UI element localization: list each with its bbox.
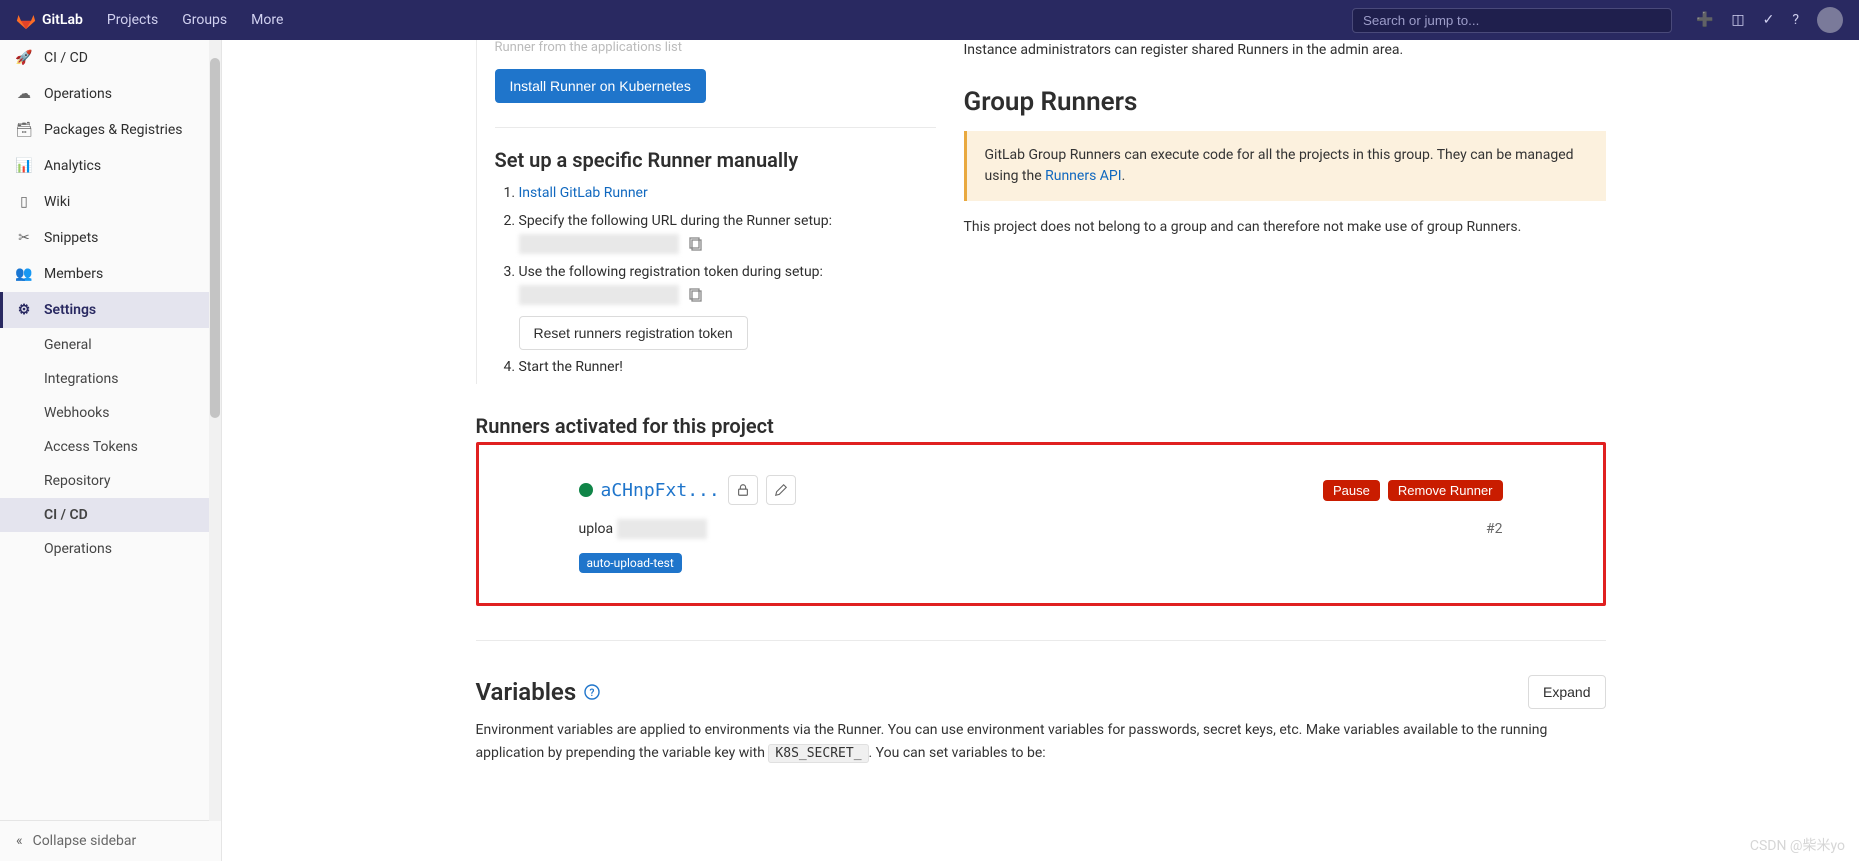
sidebar-scrollbar-thumb[interactable]: [210, 58, 220, 418]
collapse-sidebar[interactable]: « Collapse sidebar: [0, 820, 221, 861]
sidebar-item-label: CI / CD: [44, 50, 88, 66]
sidebar-item-operations[interactable]: ☁ Operations: [0, 76, 221, 112]
sidebar-item-label: Packages & Registries: [44, 122, 183, 138]
runner-desc-prefix: uploa: [579, 521, 614, 537]
redacted-url: [519, 234, 679, 254]
variables-heading: Variables ?: [476, 678, 601, 706]
scissors-icon: ✂: [16, 230, 32, 246]
copy-token-icon[interactable]: [688, 287, 704, 303]
divider: [476, 640, 1606, 641]
nav-more[interactable]: More: [251, 12, 283, 28]
sidebar-item-packages[interactable]: 🗃 Packages & Registries: [0, 112, 221, 148]
help-icon[interactable]: ?: [584, 684, 600, 700]
svg-text:?: ?: [590, 688, 595, 699]
cloud-icon: ☁: [16, 86, 32, 102]
sidebar-scrollbar[interactable]: [209, 40, 221, 821]
sidebar-item-label: Settings: [44, 302, 96, 318]
settings-sub-access-tokens[interactable]: Access Tokens: [0, 430, 221, 464]
sidebar-item-members[interactable]: 👥 Members: [0, 256, 221, 292]
sidebar-item-cicd[interactable]: 🚀 CI / CD: [0, 40, 221, 76]
issues-icon[interactable]: ◫: [1731, 12, 1744, 28]
sidebar-item-settings[interactable]: ⚙ Settings: [0, 292, 221, 328]
step-4: Start the Runner!: [519, 356, 936, 378]
variables-description: Environment variables are applied to env…: [476, 719, 1606, 764]
variables-heading-text: Variables: [476, 678, 577, 706]
settings-sub-cicd[interactable]: CI / CD: [0, 498, 221, 532]
redacted-runner-desc: [617, 519, 707, 539]
sidebar-item-snippets[interactable]: ✂ Snippets: [0, 220, 221, 256]
gitlab-logo[interactable]: GitLab: [16, 10, 83, 30]
user-avatar[interactable]: [1817, 7, 1843, 33]
faded-text: Runner from the applications list: [495, 40, 936, 55]
settings-sub-repository[interactable]: Repository: [0, 464, 221, 498]
runner-name-link[interactable]: aCHnpFxt...: [601, 480, 720, 501]
reset-token-button[interactable]: Reset runners registration token: [519, 316, 748, 350]
no-group-text: This project does not belong to a group …: [964, 217, 1606, 238]
search-box: [1352, 8, 1672, 33]
sidebar-item-label: Members: [44, 266, 103, 282]
lock-icon: [728, 475, 758, 505]
nav-groups[interactable]: Groups: [182, 12, 227, 28]
settings-sub-operations[interactable]: Operations: [0, 532, 221, 566]
activated-heading: Runners activated for this project: [476, 414, 1606, 438]
book-icon: ▯: [16, 194, 32, 210]
group-runners-callout: GitLab Group Runners can execute code fo…: [964, 131, 1606, 201]
runner-tag: auto-upload-test: [579, 553, 682, 573]
package-icon: 🗃: [16, 122, 32, 138]
main-content: Runner from the applications list Instal…: [222, 40, 1859, 861]
install-kubernetes-button[interactable]: Install Runner on Kubernetes: [495, 69, 706, 103]
redacted-token: [519, 285, 679, 305]
group-runners-heading: Group Runners: [964, 87, 1606, 117]
sidebar-item-label: Wiki: [44, 194, 70, 210]
todos-icon[interactable]: ✓: [1763, 12, 1775, 28]
install-runner-link[interactable]: Install GitLab Runner: [519, 185, 648, 201]
pause-runner-button[interactable]: Pause: [1323, 480, 1380, 501]
highlighted-runner-box: aCHnpFxt... Pause Remove Runner uploa #2: [476, 442, 1606, 606]
expand-variables-button[interactable]: Expand: [1528, 675, 1605, 709]
vars-code: K8S_SECRET_: [768, 744, 868, 763]
step-2-text: Specify the following URL during the Run…: [519, 213, 833, 229]
runner-number: #2: [1486, 521, 1503, 537]
topbar: GitLab Projects Groups More ➕ ◫ ✓ ?: [0, 0, 1859, 40]
runners-api-link[interactable]: Runners API: [1045, 168, 1121, 184]
sidebar-item-label: Analytics: [44, 158, 101, 174]
settings-sub-webhooks[interactable]: Webhooks: [0, 396, 221, 430]
shared-runners-text: Instance administrators can register sha…: [964, 40, 1606, 61]
edit-runner-button[interactable]: [766, 475, 796, 505]
vars-desc-post: . You can set variables to be:: [869, 745, 1046, 761]
chevron-left-icon: «: [16, 833, 23, 849]
gear-icon: ⚙: [16, 302, 32, 318]
gitlab-icon: [16, 10, 36, 30]
rocket-icon: 🚀: [16, 50, 32, 66]
settings-sub-general[interactable]: General: [0, 328, 221, 362]
nav-projects[interactable]: Projects: [107, 12, 158, 28]
setup-heading: Set up a specific Runner manually: [495, 148, 936, 172]
settings-sub-integrations[interactable]: Integrations: [0, 362, 221, 396]
sidebar-item-label: Snippets: [44, 230, 98, 246]
runner-status-dot: [579, 483, 593, 497]
plus-icon[interactable]: ➕: [1696, 12, 1713, 28]
brand-name: GitLab: [42, 12, 83, 28]
sidebar-item-analytics[interactable]: 📊 Analytics: [0, 148, 221, 184]
sidebar-item-wiki[interactable]: ▯ Wiki: [0, 184, 221, 220]
remove-runner-button[interactable]: Remove Runner: [1388, 480, 1503, 501]
step-3: Use the following registration token dur…: [519, 261, 936, 350]
copy-url-icon[interactable]: [688, 236, 704, 252]
sidebar-item-label: Operations: [44, 86, 112, 102]
help-icon[interactable]: ?: [1792, 12, 1799, 28]
step-1: Install GitLab Runner: [519, 182, 936, 204]
chart-icon: 📊: [16, 158, 32, 174]
step-3-text: Use the following registration token dur…: [519, 264, 823, 280]
divider: [495, 127, 936, 128]
collapse-label: Collapse sidebar: [33, 833, 137, 849]
members-icon: 👥: [16, 266, 32, 282]
step-2: Specify the following URL during the Run…: [519, 210, 936, 255]
search-input[interactable]: [1352, 8, 1672, 33]
sidebar: 🚀 CI / CD ☁ Operations 🗃 Packages & Regi…: [0, 40, 222, 861]
